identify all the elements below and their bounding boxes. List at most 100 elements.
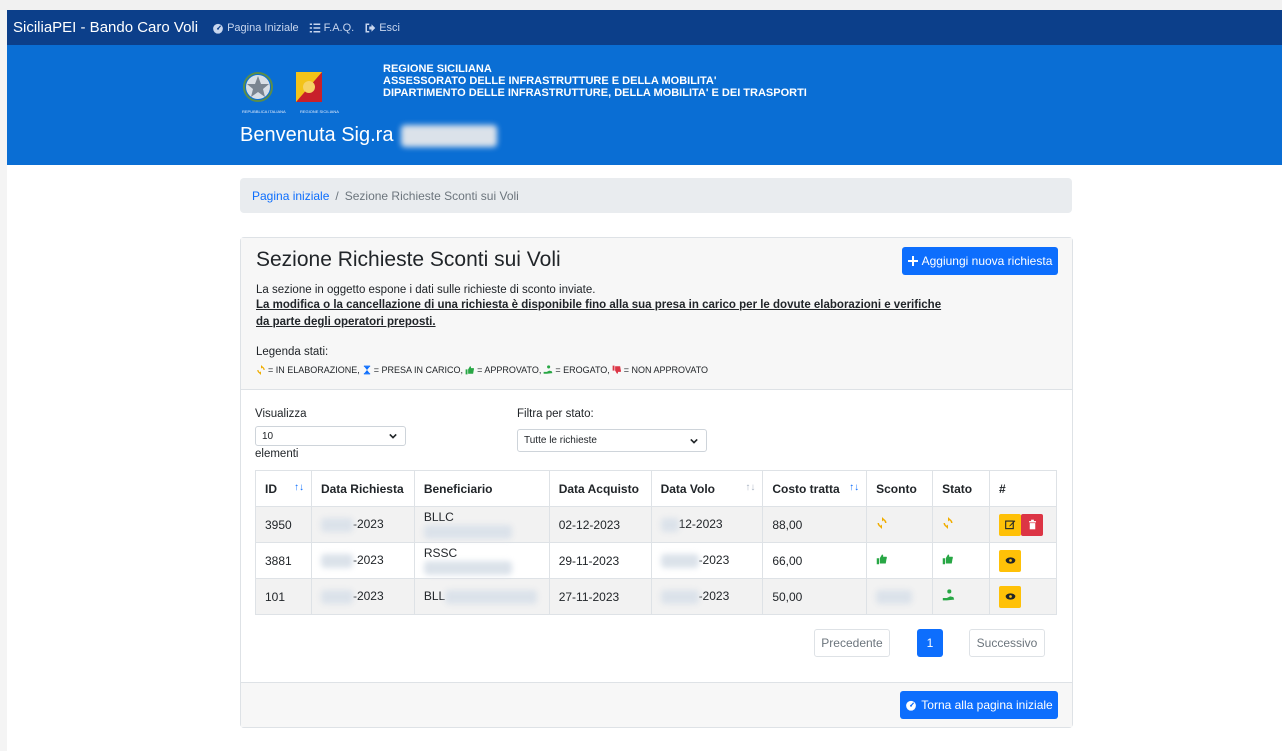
sort-desc-icon: ↑↓: [293, 482, 304, 493]
thumbs-up-icon: [876, 554, 887, 565]
sign-out-icon: [365, 23, 376, 32]
status-legend: = IN ELABORAZIONE, = PRESA IN CARICO, = …: [256, 365, 708, 375]
cell-data-volo: -2023: [650, 542, 764, 579]
filter-label: Filtra per stato:: [517, 408, 594, 420]
app-brand[interactable]: SiciliaPEI - Bando Caro Voli: [13, 19, 198, 36]
sort-icon: ↑↓: [745, 482, 756, 493]
emblem1-caption: REPUBBLICA ITALIANA: [242, 109, 286, 114]
refresh-icon: [943, 517, 953, 529]
legend-paid: = EROGATO,: [555, 365, 610, 375]
status-filter-select[interactable]: Tutte le richieste: [517, 429, 707, 452]
pagination-prev-button[interactable]: Precedente: [814, 629, 890, 657]
cell-id: 3950: [255, 506, 312, 543]
cell-actions: [989, 542, 1057, 579]
edit-button[interactable]: [999, 513, 1022, 536]
cell-data-acquisto: 29-11-2023: [548, 542, 652, 579]
legend-approved: = APPROVATO,: [477, 365, 542, 375]
edit-icon: [1004, 520, 1015, 530]
chevron-down-icon: [389, 433, 397, 439]
dashboard-icon: [213, 23, 223, 34]
cell-stato: [932, 578, 991, 615]
cell-id: 3881: [255, 542, 312, 579]
org-line-3: DIPARTIMENTO DELLE INFRASTRUTTURE, DELLA…: [383, 87, 807, 99]
breadcrumb: Pagina iniziale / Sezione Richieste Scon…: [240, 178, 1072, 213]
show-label: Visualizza: [255, 408, 307, 420]
hourglass-icon: [363, 365, 370, 375]
legend-rejected: = NON APPROVATO: [623, 365, 709, 375]
thumbs-up-icon: [942, 554, 953, 565]
section-warning: La modifica o la cancellazione di una ri…: [256, 299, 942, 328]
cell-data-richiesta: -2023: [310, 578, 415, 615]
delete-button[interactable]: [1021, 513, 1044, 536]
add-request-button[interactable]: Aggiungi nuova richiesta: [902, 247, 1058, 275]
col-header-data-acquisto[interactable]: Data Acquisto: [548, 470, 652, 507]
breadcrumb-home-link[interactable]: Pagina iniziale: [252, 189, 329, 203]
view-icon: [1005, 557, 1015, 564]
table-row: 101 -2023 BLL 27-11-2023 -2023 50,00: [255, 578, 1057, 615]
nav-link-logout[interactable]: Esci: [364, 22, 400, 34]
nav-link-faq[interactable]: F.A.Q.: [309, 22, 354, 34]
emblem2-caption: REGIONE SICILIANA: [300, 109, 339, 114]
cell-beneficiario: BLL: [413, 578, 550, 615]
back-home-button[interactable]: Torna alla pagina iniziale: [900, 691, 1058, 719]
col-header-data-volo[interactable]: Data Volo ↑↓: [650, 470, 764, 507]
breadcrumb-current: Sezione Richieste Sconti sui Voli: [344, 188, 519, 203]
hand-coin-icon: [942, 588, 955, 600]
thumbs-up-icon: [465, 366, 475, 375]
cell-actions: [989, 506, 1057, 543]
table-header-row: ID ↑↓ Data Richiesta Beneficiario Data Ac…: [255, 470, 1057, 507]
dashboard-icon: [906, 700, 917, 711]
cell-id: 101: [255, 578, 312, 615]
col-header-beneficiario[interactable]: Beneficiario: [413, 470, 550, 507]
refresh-icon: [257, 365, 265, 375]
cell-beneficiario: RSSC: [413, 542, 550, 579]
refresh-icon: [877, 517, 887, 529]
page-size-select[interactable]: 10: [255, 426, 406, 446]
cell-costo: 50,00: [762, 578, 868, 615]
hand-coin-icon: [543, 365, 553, 374]
cell-sconto: [866, 542, 934, 579]
cell-data-acquisto: 02-12-2023: [548, 506, 652, 543]
page-size-value: 10: [262, 430, 274, 442]
cell-sconto: [866, 506, 934, 543]
table-row: 3881 -2023 RSSC 29-11-2023 -2023 66,00: [255, 542, 1057, 579]
back-home-label: Torna alla pagina iniziale: [921, 698, 1053, 712]
cell-actions: [989, 578, 1057, 615]
chevron-down-icon: [690, 438, 698, 444]
show-suffix: elementi: [255, 448, 299, 460]
card-footer: Torna alla pagina iniziale: [241, 682, 1072, 727]
legend-title: Legenda stati:: [256, 346, 329, 358]
cell-stato: [932, 542, 991, 579]
table-row: 3950 -2023 BLLC 02-12-2023 12-2023 88,00: [255, 506, 1057, 543]
plus-icon: [907, 256, 918, 266]
cell-data-volo: -2023: [650, 578, 764, 615]
requests-table: ID ↑↓ Data Richiesta Beneficiario Data Ac…: [255, 470, 1057, 615]
cell-costo: 88,00: [762, 506, 868, 543]
nav-link-home[interactable]: Pagina Iniziale: [212, 22, 299, 34]
col-header-sconto[interactable]: Sconto: [866, 470, 934, 507]
organization-text: REGIONE SICILIANA ASSESSORATO DELLE INFR…: [383, 63, 807, 99]
list-icon: [309, 23, 320, 32]
nav-link-logout-label: Esci: [379, 21, 400, 34]
col-header-stato[interactable]: Stato: [932, 470, 991, 507]
col-header-costo[interactable]: Costo tratta ↑↓: [762, 470, 868, 507]
sort-asc-icon: ↑↓: [849, 482, 860, 493]
welcome-text: Benvenuta Sig.ra: [240, 124, 394, 146]
view-button[interactable]: [999, 585, 1022, 608]
view-icon: [1005, 593, 1015, 600]
org-line-2: ASSESSORATO DELLE INFRASTRUTTURE E DELLA…: [383, 75, 717, 87]
pagination-page-1[interactable]: 1: [917, 629, 943, 657]
add-request-label: Aggiungi nuova richiesta: [921, 254, 1053, 268]
view-button[interactable]: [999, 549, 1022, 572]
redacted-name: [401, 124, 498, 147]
pagination-next-button[interactable]: Successivo: [969, 629, 1045, 657]
cell-sconto: [866, 578, 934, 615]
status-filter-value: Tutte le richieste: [524, 435, 597, 446]
cell-beneficiario: BLLC: [413, 506, 550, 543]
nav-link-home-label: Pagina Iniziale: [227, 21, 299, 34]
top-navbar: SiciliaPEI - Bando Caro Voli Pagina Iniz…: [7, 10, 1282, 45]
col-header-id[interactable]: ID ↑↓: [255, 470, 312, 507]
col-header-data-richiesta[interactable]: Data Richiesta: [310, 470, 415, 507]
col-header-actions: #: [989, 470, 1057, 507]
cell-data-richiesta: -2023: [310, 542, 415, 579]
